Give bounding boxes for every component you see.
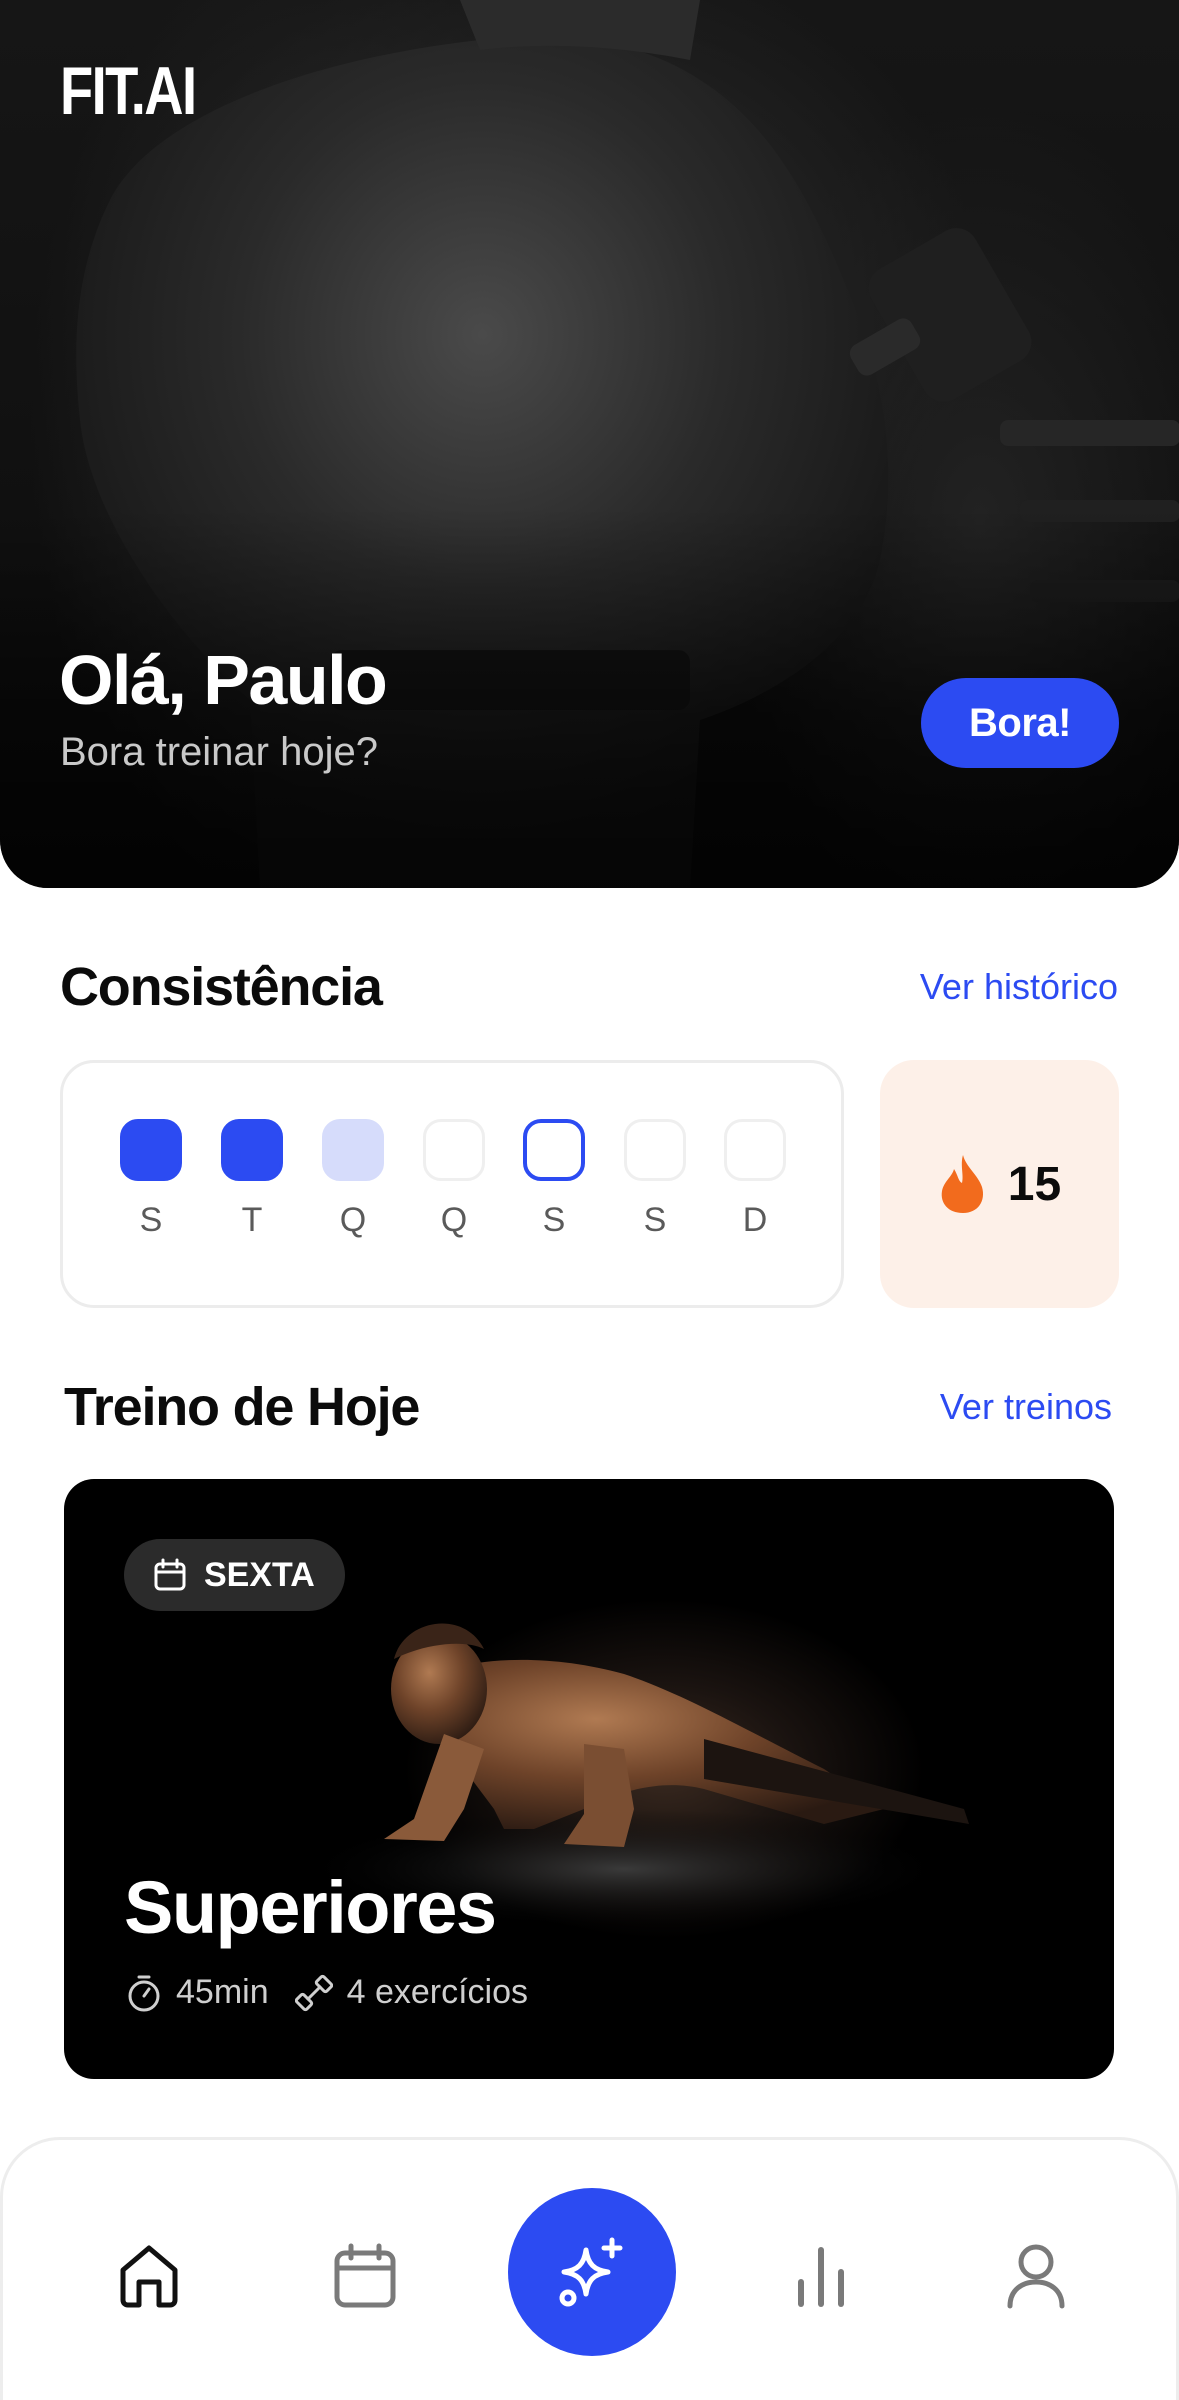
profile-icon xyxy=(1007,2244,1065,2309)
consistency-title: Consistência xyxy=(60,957,383,1017)
day-label: S xyxy=(542,1201,566,1239)
dumbbell-icon xyxy=(294,1974,333,2011)
flame-icon xyxy=(941,1155,983,1213)
day-label: D xyxy=(742,1201,768,1239)
day-box xyxy=(624,1119,686,1181)
day-item: T xyxy=(221,1119,283,1240)
bottom-navigation xyxy=(0,2137,1179,2400)
day-item: S xyxy=(120,1119,182,1240)
streak-count: 15 xyxy=(1007,1157,1062,1211)
day-label: S xyxy=(139,1201,163,1239)
nav-calendar[interactable] xyxy=(325,2236,405,2316)
day-box-today xyxy=(523,1119,585,1181)
day-label: Q xyxy=(339,1201,367,1239)
app-logo: FIT.AI xyxy=(60,53,197,129)
workout-meta: 45min 4 exercícios xyxy=(126,1973,554,2012)
history-link[interactable]: Ver histórico xyxy=(920,966,1118,1008)
calendar-icon xyxy=(154,1558,186,1591)
day-label: T xyxy=(241,1201,263,1239)
duration-text: 45min xyxy=(176,1973,269,2011)
nav-profile[interactable] xyxy=(996,2236,1076,2316)
day-item: Q xyxy=(322,1119,384,1240)
exercises-info: 4 exercícios xyxy=(294,1973,529,2012)
day-label: S xyxy=(643,1201,667,1239)
workouts-link[interactable]: Ver treinos xyxy=(940,1386,1112,1428)
day-box xyxy=(423,1119,485,1181)
day-box xyxy=(221,1119,283,1181)
sparkles-icon xyxy=(559,2237,623,2307)
greeting-title: Olá, Paulo xyxy=(59,641,388,719)
home-icon xyxy=(120,2245,178,2308)
stats-icon xyxy=(798,2247,844,2307)
day-badge: SEXTA xyxy=(124,1539,345,1611)
day-label: Q xyxy=(440,1201,468,1239)
day-item: S xyxy=(523,1119,585,1240)
day-badge-label: SEXTA xyxy=(204,1555,315,1594)
ai-assistant-button[interactable] xyxy=(508,2188,676,2356)
day-box xyxy=(322,1119,384,1181)
workout-name: Superiores xyxy=(124,1866,497,1949)
start-workout-button[interactable]: Bora! xyxy=(921,678,1119,768)
day-item: D xyxy=(724,1119,786,1240)
week-consistency-card: S T Q Q S S D xyxy=(60,1060,844,1308)
exercises-text: 4 exercícios xyxy=(346,1973,529,2011)
day-box xyxy=(724,1119,786,1181)
nav-home[interactable] xyxy=(109,2236,189,2316)
nav-stats[interactable] xyxy=(781,2236,861,2316)
greeting-subtitle: Bora treinar hoje? xyxy=(60,730,378,774)
day-box xyxy=(120,1119,182,1181)
streak-card: 15 xyxy=(880,1060,1119,1308)
calendar-icon xyxy=(334,2243,396,2308)
duration-info: 45min xyxy=(126,1973,269,2012)
today-workout-card[interactable]: SEXTA Superiores 45min 4 exercícios xyxy=(64,1479,1114,2079)
hero-banner: FIT.AI Olá, Paulo Bora treinar hoje? Bor… xyxy=(0,0,1179,888)
today-workout-title: Treino de Hoje xyxy=(64,1377,420,1437)
day-item: Q xyxy=(423,1119,485,1240)
day-item: S xyxy=(624,1119,686,1240)
timer-icon xyxy=(128,1975,160,2011)
